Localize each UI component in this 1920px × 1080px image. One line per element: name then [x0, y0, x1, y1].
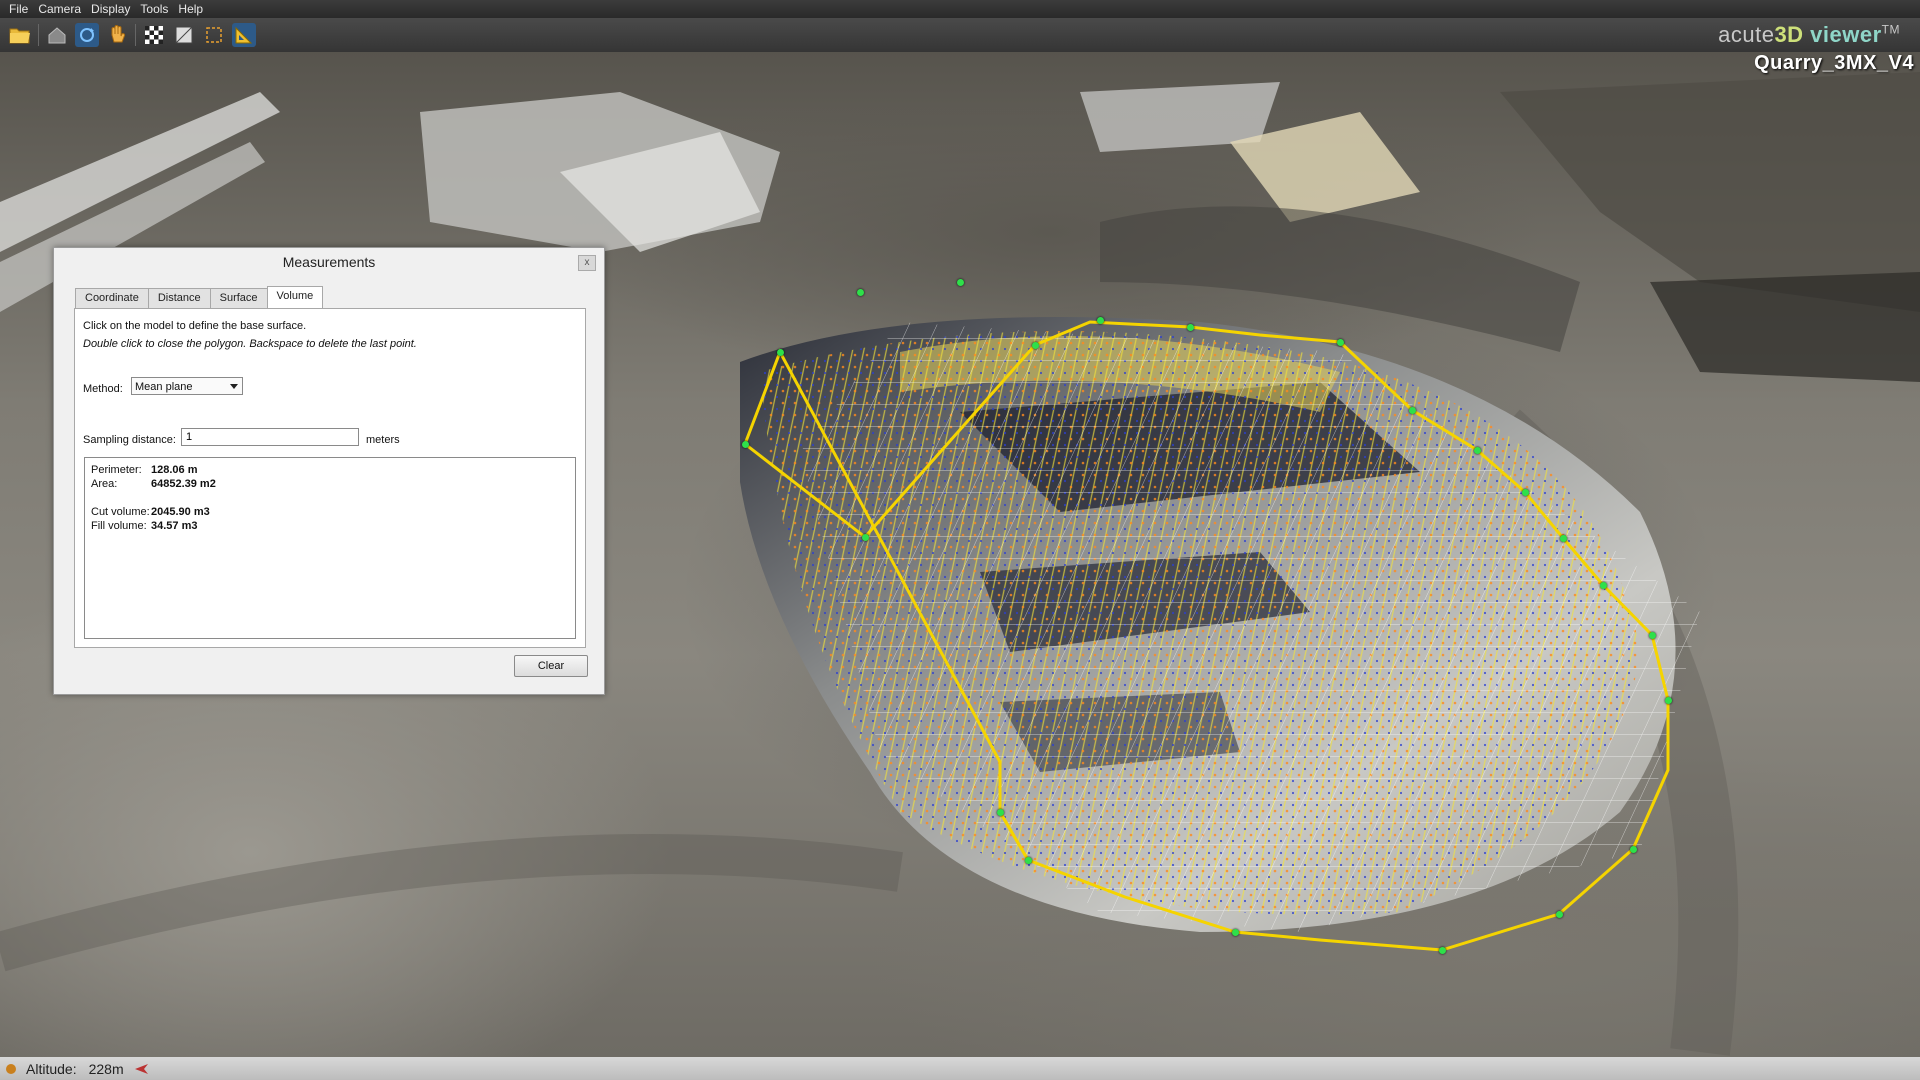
checker-icon[interactable] — [142, 23, 166, 47]
polygon-vertex — [1630, 846, 1637, 853]
menu-file[interactable]: File — [4, 2, 33, 16]
brand-3d: 3D — [1774, 22, 1804, 47]
menu-tools[interactable]: Tools — [135, 2, 173, 16]
polygon-vertex — [1474, 447, 1481, 454]
toolbar-separator — [38, 24, 39, 46]
polygon-vertex — [1232, 929, 1239, 936]
sampling-unit: meters — [366, 434, 400, 446]
polygon-vertex — [857, 289, 864, 296]
brand-prefix: acute — [1718, 22, 1775, 47]
area-label: Area: — [91, 478, 118, 490]
pan-hand-icon[interactable] — [105, 23, 129, 47]
polygon-vertex — [1337, 339, 1344, 346]
tab-volume[interactable]: Volume — [266, 286, 324, 308]
polygon-vertex — [957, 279, 964, 286]
polygon-vertex — [742, 441, 749, 448]
cut-volume-label: Cut volume: — [91, 506, 150, 518]
polygon-vertex — [1649, 632, 1656, 639]
menu-camera[interactable]: Camera — [33, 2, 86, 16]
home-icon[interactable] — [45, 23, 69, 47]
polygon-vertex — [1600, 582, 1607, 589]
polygon-vertex — [777, 349, 784, 356]
perimeter-label: Perimeter: — [91, 464, 142, 476]
instruction-text: Click on the model to define the base su… — [83, 320, 307, 332]
polygon-vertex — [1097, 317, 1104, 324]
method-value: Mean plane — [135, 381, 193, 393]
toolbar-separator — [135, 24, 136, 46]
status-bar: Altitude: 228m — [0, 1057, 1920, 1080]
polygon-vertex — [1032, 342, 1039, 349]
chevron-down-icon — [230, 384, 238, 389]
orbit-icon[interactable] — [75, 23, 99, 47]
cut-volume-row: Cut volume:2045.90 m3 — [91, 506, 210, 518]
polygon-vertex — [1025, 857, 1032, 864]
sampling-label: Sampling distance: — [83, 434, 176, 446]
measurements-dialog: Measurements x Coordinate Distance Surfa… — [53, 247, 605, 695]
menu-bar: File Camera Display Tools Help — [0, 0, 1920, 18]
polygon-vertex — [862, 534, 869, 541]
area-value: 64852.39 m2 — [151, 478, 216, 490]
tab-surface[interactable]: Surface — [209, 288, 268, 308]
method-label: Method: — [83, 383, 123, 395]
tab-coordinate[interactable]: Coordinate — [75, 288, 149, 308]
altitude-value: 228m — [88, 1060, 124, 1077]
clear-button[interactable]: Clear — [514, 655, 588, 677]
brand-logo: acute3D viewerTM — [1718, 22, 1900, 48]
measure-icon[interactable] — [232, 23, 256, 47]
select-icon[interactable] — [202, 23, 226, 47]
volume-panel: Click on the model to define the base su… — [74, 308, 586, 648]
menu-help[interactable]: Help — [173, 2, 208, 16]
perimeter-row: Perimeter: 128.06 m — [91, 464, 197, 476]
polygon-vertex — [1439, 947, 1446, 954]
tab-distance[interactable]: Distance — [147, 288, 211, 308]
polygon-vertex — [1556, 911, 1563, 918]
model-title: Quarry_3MX_V4 — [1754, 52, 1914, 74]
polygon-vertex — [1665, 697, 1672, 704]
fill-volume-value: 34.57 m3 — [151, 520, 198, 532]
altitude-label: Altitude: — [26, 1060, 77, 1077]
compass-arrow-icon — [134, 1063, 148, 1074]
method-dropdown[interactable]: Mean plane — [131, 377, 243, 395]
wireframe-icon[interactable] — [172, 23, 196, 47]
cut-volume-value: 2045.90 m3 — [151, 506, 210, 518]
open-folder-icon[interactable] — [8, 23, 32, 47]
polygon-vertex — [1560, 535, 1567, 542]
measurement-tabs: Coordinate Distance Surface Volume — [75, 286, 324, 308]
dialog-title: Measurements x — [54, 248, 604, 276]
polygon-vertex — [1409, 407, 1416, 414]
fill-volume-row: Fill volume: 34.57 m3 — [91, 520, 197, 532]
toolbar: acute3D viewerTM — [0, 18, 1920, 52]
polygon-vertex — [1522, 489, 1529, 496]
brand-tm: TM — [1881, 22, 1900, 37]
perimeter-value: 128.06 m — [151, 464, 198, 476]
sampling-distance-input[interactable] — [181, 428, 359, 446]
status-indicator-icon — [6, 1063, 16, 1074]
area-row: Area: 64852.39 m2 — [91, 478, 216, 490]
instruction-subtext: Double click to close the polygon. Backs… — [83, 338, 417, 350]
brand-viewer: viewer — [1803, 22, 1882, 47]
menu-display[interactable]: Display — [86, 2, 135, 16]
fill-volume-label: Fill volume: — [91, 520, 147, 532]
polygon-vertex — [1187, 324, 1194, 331]
dialog-title-text: Measurements — [282, 254, 376, 270]
close-icon[interactable]: x — [578, 255, 596, 271]
polygon-vertex — [997, 809, 1004, 816]
results-box: Perimeter: 128.06 m Area: 64852.39 m2 Cut … — [84, 457, 576, 639]
